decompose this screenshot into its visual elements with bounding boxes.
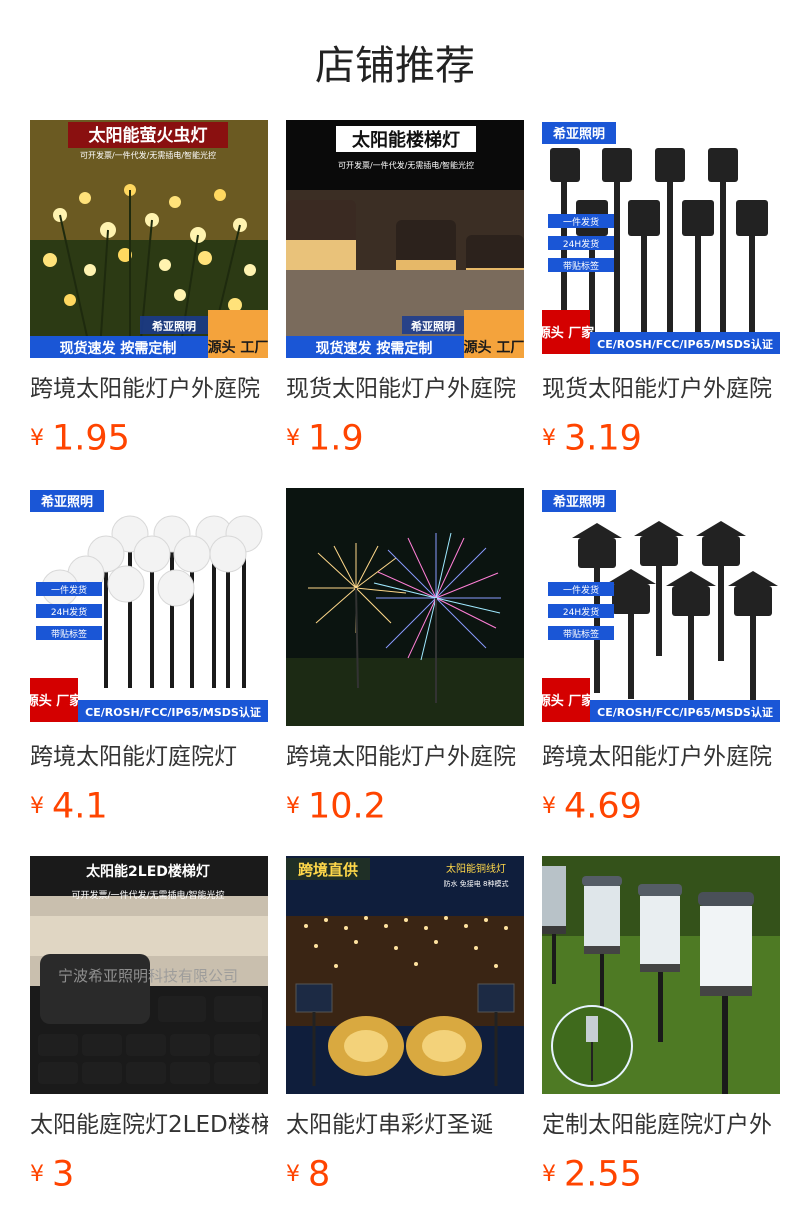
svg-text:源头 工厂: 源头 工厂 bbox=[464, 339, 524, 356]
svg-text:现货速发 按需定制: 现货速发 按需定制 bbox=[60, 340, 177, 357]
svg-text:太阳能铜线灯: 太阳能铜线灯 bbox=[446, 862, 506, 875]
product-title[interactable]: 太阳能庭院灯2LED楼梯 bbox=[30, 1110, 268, 1140]
product-card[interactable]: 跨境太阳能灯户外庭院 ¥10.2 bbox=[286, 488, 524, 856]
product-price: ¥4.1 bbox=[30, 784, 268, 828]
price-value: 3.19 bbox=[564, 418, 642, 459]
svg-text:希亚照明: 希亚照明 bbox=[553, 494, 605, 510]
currency-symbol: ¥ bbox=[542, 1161, 556, 1187]
product-image[interactable]: 太阳能萤火虫灯 可开发票/一件代发/无需插电/智能光控 希亚照明 源头 工厂 现… bbox=[30, 120, 268, 358]
product-card[interactable]: 希亚照明 一件发货 24H发货 带贴标签 源头 厂家 CE/ROSH/FCC/I… bbox=[30, 488, 268, 856]
product-price: ¥10.2 bbox=[286, 784, 524, 828]
image-banner: 太阳能萤火虫灯 bbox=[89, 125, 208, 146]
price-value: 1.9 bbox=[308, 418, 364, 459]
product-price: ¥2.55 bbox=[542, 1152, 780, 1196]
svg-text:源头 工厂: 源头 工厂 bbox=[208, 339, 268, 356]
product-title[interactable]: 定制太阳能庭院灯户外 bbox=[542, 1110, 780, 1140]
svg-text:CE/ROSH/FCC/IP65/MSDS认证: CE/ROSH/FCC/IP65/MSDS认证 bbox=[85, 705, 261, 719]
price-value: 3 bbox=[52, 1154, 75, 1195]
product-title[interactable]: 太阳能灯串彩灯圣诞 bbox=[286, 1110, 524, 1140]
product-image[interactable]: 宁波希亚照明科技有限公司 太阳能2LED楼梯灯 可开发票/一件代发/无需插电/智… bbox=[30, 856, 268, 1094]
product-price: ¥4.69 bbox=[542, 784, 780, 828]
svg-text:源头 厂家: 源头 厂家 bbox=[30, 693, 83, 709]
svg-text:可开发票/一件代发/无需插电/智能光控: 可开发票/一件代发/无需插电/智能光控 bbox=[71, 889, 224, 901]
product-image[interactable]: 希亚照明 一件发货 24H发货 带贴标签 源头 厂家 CE/ROSH/FCC/I… bbox=[30, 488, 268, 726]
price-value: 4.1 bbox=[52, 786, 108, 827]
svg-text:希亚照明: 希亚照明 bbox=[553, 126, 605, 142]
currency-symbol: ¥ bbox=[286, 793, 300, 819]
product-price: ¥1.95 bbox=[30, 416, 268, 460]
svg-text:24H发货: 24H发货 bbox=[563, 238, 599, 250]
svg-text:源头 厂家: 源头 厂家 bbox=[542, 325, 595, 341]
svg-text:希亚照明: 希亚照明 bbox=[410, 319, 455, 333]
currency-symbol: ¥ bbox=[542, 793, 556, 819]
svg-text:一件发货: 一件发货 bbox=[51, 584, 87, 596]
product-card[interactable]: 太阳能楼梯灯 可开发票/一件代发/无需插电/智能光控 希亚照明 源头 工厂 现货… bbox=[286, 120, 524, 488]
product-grid: 太阳能萤火虫灯 可开发票/一件代发/无需插电/智能光控 希亚照明 源头 工厂 现… bbox=[0, 120, 790, 1224]
product-image[interactable] bbox=[286, 488, 524, 726]
product-card[interactable]: 定制太阳能庭院灯户外 ¥2.55 bbox=[542, 856, 780, 1224]
svg-text:可开发票/一件代发/无需插电/智能光控: 可开发票/一件代发/无需插电/智能光控 bbox=[338, 160, 474, 170]
product-price: ¥8 bbox=[286, 1152, 524, 1196]
product-image[interactable]: 希亚照明 一件发货 24H发货 带贴标签 源头 厂家 CE/ROSH/FCC/I… bbox=[542, 120, 780, 358]
product-card[interactable]: 希亚照明 一件发货 24H发货 带贴标签 源头 厂家 CE/ROSH/FCC/I… bbox=[542, 488, 780, 856]
svg-text:CE/ROSH/FCC/IP65/MSDS认证: CE/ROSH/FCC/IP65/MSDS认证 bbox=[597, 337, 773, 351]
currency-symbol: ¥ bbox=[30, 425, 44, 451]
product-card[interactable]: 太阳能萤火虫灯 可开发票/一件代发/无需插电/智能光控 希亚照明 源头 工厂 现… bbox=[30, 120, 268, 488]
product-title[interactable]: 跨境太阳能灯户外庭院 bbox=[542, 742, 780, 772]
product-card[interactable]: 希亚照明 一件发货 24H发货 带贴标签 源头 厂家 CE/ROSH/FCC/I… bbox=[542, 120, 780, 488]
product-title[interactable]: 跨境太阳能灯户外庭院 bbox=[30, 374, 268, 404]
svg-text:带贴标签: 带贴标签 bbox=[563, 260, 599, 272]
product-price: ¥3.19 bbox=[542, 416, 780, 460]
product-image[interactable]: 希亚照明 一件发货 24H发货 带贴标签 源头 厂家 CE/ROSH/FCC/I… bbox=[542, 488, 780, 726]
image-banner: 太阳能楼梯灯 bbox=[352, 129, 460, 151]
product-card[interactable]: 跨境直供 太阳能铜线灯 防水 免接电 8种模式 太阳能灯串彩灯圣诞 ¥8 bbox=[286, 856, 524, 1224]
price-value: 10.2 bbox=[308, 786, 386, 827]
svg-text:防水 免接电 8种模式: 防水 免接电 8种模式 bbox=[444, 879, 509, 888]
image-banner: 太阳能2LED楼梯灯 bbox=[86, 863, 210, 880]
currency-symbol: ¥ bbox=[30, 1161, 44, 1187]
svg-text:源头 厂家: 源头 厂家 bbox=[542, 693, 595, 709]
svg-text:带贴标签: 带贴标签 bbox=[563, 628, 599, 640]
product-image[interactable] bbox=[542, 856, 780, 1094]
currency-symbol: ¥ bbox=[30, 793, 44, 819]
svg-text:可开发票/一件代发/无需插电/智能光控: 可开发票/一件代发/无需插电/智能光控 bbox=[80, 150, 216, 160]
price-value: 2.55 bbox=[564, 1154, 642, 1195]
page-title: 店铺推荐 bbox=[315, 43, 475, 89]
svg-text:宁波希亚照明科技有限公司: 宁波希亚照明科技有限公司 bbox=[58, 967, 238, 985]
product-price: ¥1.9 bbox=[286, 416, 524, 460]
product-title[interactable]: 现货太阳能灯户外庭院 bbox=[286, 374, 524, 404]
product-title[interactable]: 跨境太阳能灯户外庭院 bbox=[286, 742, 524, 772]
svg-text:一件发货: 一件发货 bbox=[563, 584, 599, 596]
svg-text:CE/ROSH/FCC/IP65/MSDS认证: CE/ROSH/FCC/IP65/MSDS认证 bbox=[597, 705, 773, 719]
product-image[interactable]: 跨境直供 太阳能铜线灯 防水 免接电 8种模式 bbox=[286, 856, 524, 1094]
product-title[interactable]: 现货太阳能灯户外庭院 bbox=[542, 374, 780, 404]
svg-text:现货速发 按需定制: 现货速发 按需定制 bbox=[316, 340, 433, 357]
product-image[interactable]: 太阳能楼梯灯 可开发票/一件代发/无需插电/智能光控 希亚照明 源头 工厂 现货… bbox=[286, 120, 524, 358]
svg-text:希亚照明: 希亚照明 bbox=[151, 319, 196, 333]
svg-text:带贴标签: 带贴标签 bbox=[51, 628, 87, 640]
currency-symbol: ¥ bbox=[286, 1161, 300, 1187]
currency-symbol: ¥ bbox=[542, 425, 556, 451]
svg-text:希亚照明: 希亚照明 bbox=[41, 494, 93, 510]
product-card[interactable]: 宁波希亚照明科技有限公司 太阳能2LED楼梯灯 可开发票/一件代发/无需插电/智… bbox=[30, 856, 268, 1224]
price-value: 8 bbox=[308, 1154, 331, 1195]
currency-symbol: ¥ bbox=[286, 425, 300, 451]
product-price: ¥3 bbox=[30, 1152, 268, 1196]
price-value: 4.69 bbox=[564, 786, 642, 827]
svg-text:一件发货: 一件发货 bbox=[563, 216, 599, 228]
svg-text:24H发货: 24H发货 bbox=[51, 606, 87, 618]
image-banner: 跨境直供 bbox=[298, 861, 358, 879]
price-value: 1.95 bbox=[52, 418, 130, 459]
product-title[interactable]: 跨境太阳能灯庭院灯 bbox=[30, 742, 268, 772]
svg-text:24H发货: 24H发货 bbox=[563, 606, 599, 618]
